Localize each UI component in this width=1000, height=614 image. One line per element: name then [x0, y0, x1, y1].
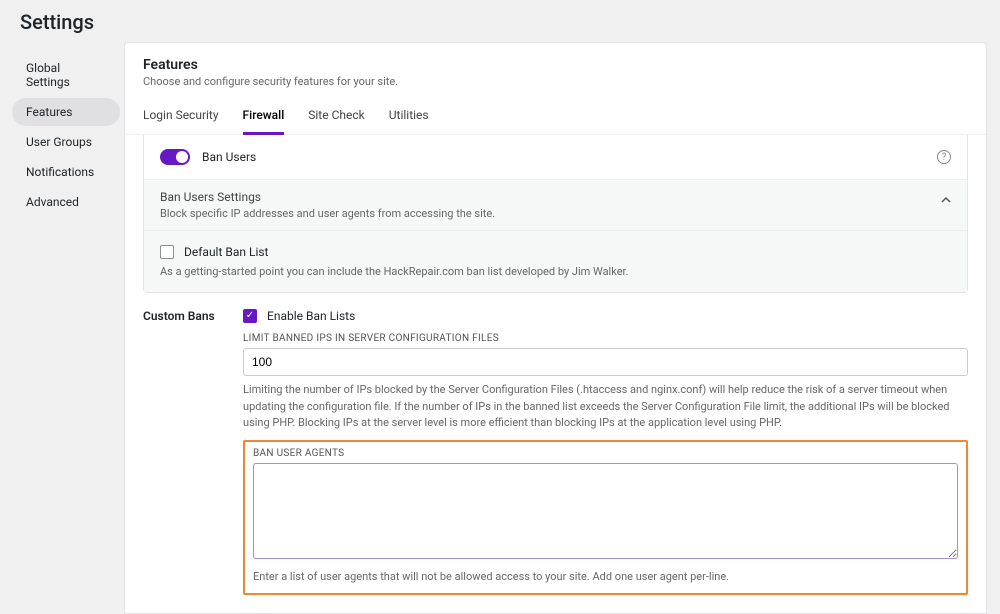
ban-user-agents-highlight: BAN USER AGENTS Enter a list of user age… — [243, 440, 968, 596]
ban-users-toggle[interactable] — [160, 149, 190, 165]
tab-utilities[interactable]: Utilities — [389, 102, 429, 135]
help-icon[interactable]: ? — [937, 150, 951, 164]
features-heading: Features — [143, 57, 968, 73]
ban-user-agents-help: Enter a list of user agents that will no… — [253, 569, 958, 586]
ban-users-settings-desc: Block specific IP addresses and user age… — [160, 207, 951, 220]
limit-banned-ips-label: LIMIT BANNED IPS IN SERVER CONFIGURATION… — [243, 333, 968, 344]
ban-users-toggle-label: Ban Users — [202, 150, 256, 164]
tab-firewall[interactable]: Firewall — [243, 102, 285, 135]
custom-bans-section: Custom Bans Enable Ban Lists LIMIT BANNE… — [125, 293, 986, 613]
default-ban-list-label: Default Ban List — [184, 245, 268, 259]
ban-users-settings-title: Ban Users Settings — [160, 190, 951, 204]
sidebar-item-user-groups[interactable]: User Groups — [12, 128, 120, 156]
tab-login-security[interactable]: Login Security — [143, 102, 219, 135]
limit-banned-ips-input[interactable] — [243, 348, 968, 376]
features-tabs: Login Security Firewall Site Check Utili… — [143, 102, 968, 134]
ban-user-agents-textarea[interactable] — [253, 463, 958, 559]
chevron-up-icon[interactable] — [941, 194, 951, 204]
limit-banned-ips-help: Limiting the number of IPs blocked by th… — [243, 382, 968, 432]
default-ban-list-checkbox[interactable] — [160, 245, 174, 259]
sidebar-item-advanced[interactable]: Advanced — [12, 188, 120, 216]
sidebar-item-global-settings[interactable]: Global Settings — [12, 54, 120, 96]
tab-site-check[interactable]: Site Check — [308, 102, 364, 135]
enable-ban-lists-checkbox[interactable] — [243, 309, 257, 323]
sidebar-item-features[interactable]: Features — [12, 98, 120, 126]
custom-bans-title: Custom Bans — [143, 309, 221, 323]
settings-sidebar: Global Settings Features User Groups Not… — [8, 42, 124, 614]
page-title: Settings — [0, 0, 1000, 42]
ban-user-agents-label: BAN USER AGENTS — [253, 448, 958, 459]
default-ban-list-hint: As a getting-started point you can inclu… — [160, 265, 951, 278]
sidebar-item-notifications[interactable]: Notifications — [12, 158, 120, 186]
features-subtitle: Choose and configure security features f… — [143, 75, 968, 88]
main-content: Features Choose and configure security f… — [124, 42, 987, 614]
ban-users-panel: Ban Users ? Ban Users Settings Block spe… — [143, 135, 968, 293]
enable-ban-lists-label: Enable Ban Lists — [267, 309, 355, 323]
